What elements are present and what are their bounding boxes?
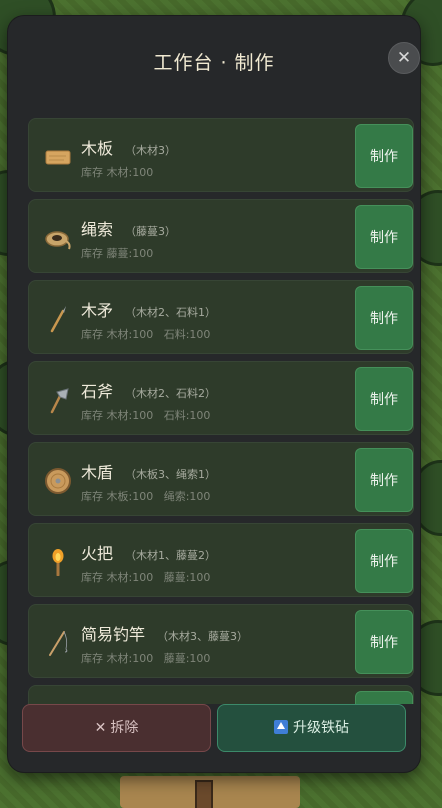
upgrade-label: 升级铁砧 <box>293 720 349 736</box>
recipe-item-torch: 火把 （木材1、藤蔓2） 库存 木材:100 藤蔓:100 制作 <box>28 523 414 597</box>
panel-title: 工作台 · 制作 <box>153 52 275 74</box>
wooden-spear-icon <box>50 306 66 333</box>
recipe-item-stone-axe: 石斧 （木材2、石料2） 库存 木材:100 石料:100 制作 <box>28 361 414 435</box>
item-requirements: （木材1、藤蔓2） <box>125 549 217 562</box>
item-stock: 库存 木材:100 石料:100 <box>81 328 211 341</box>
item-name: 木盾 <box>81 463 114 482</box>
recipe-item-wooden-spear: 木矛 （木材2、石料1） 库存 木材:100 石料:100 制作 <box>28 280 414 354</box>
item-stock: 库存 木材:100 石料:100 <box>81 409 211 422</box>
item-name: 木板 <box>81 139 114 158</box>
item-stock: 库存 木材:100 藤蔓:100 <box>81 652 211 665</box>
recipe-item-wooden-shield: 木盾 （木板3、绳索1） 库存 木板:100 绳索:100 制作 <box>28 442 414 516</box>
close-button[interactable]: ✕ <box>388 42 420 74</box>
item-requirements: （木材3） <box>125 144 177 157</box>
recipe-list[interactable]: 木板 （木材3） 库存 木材:100 制作 绳索 （藤蔓3） 库存 藤蔓:100 制… <box>28 118 414 704</box>
item-stock: 库存 木材:100 <box>81 166 154 179</box>
upgrade-anvil-button[interactable]: 升级铁砧 <box>217 704 406 752</box>
stone-axe-icon <box>50 388 69 414</box>
item-name: 简易钓竿 <box>81 625 146 644</box>
recipe-item-fishing-rod: 简易钓竿 （木材3、藤蔓3） 库存 木材:100 藤蔓:100 制作 <box>28 604 414 678</box>
craft-button[interactable]: 制作 <box>355 124 413 188</box>
item-requirements: （木材3、藤蔓3） <box>157 630 249 643</box>
item-requirements: （木材2、石料1） <box>125 306 217 319</box>
wood-plank-icon <box>45 150 71 165</box>
item-stock: 库存 木材:100 藤蔓:100 <box>81 571 211 584</box>
dismantle-label: 拆除 <box>110 720 139 736</box>
crafting-panel: 工作台 · 制作 ✕ 木板（木材3） 库存 木材:100 制作 绳索（藤蔓3 <box>8 16 420 772</box>
wooden-shield-icon <box>45 468 71 494</box>
item-stock: 库存 木板:100 绳索:100 <box>81 490 211 503</box>
item-requirements: （木板3、绳索1） <box>125 468 217 481</box>
close-icon: ✕ <box>396 48 412 68</box>
item-requirements: （木材2、石料2） <box>125 387 217 400</box>
craft-button[interactable]: 制作 <box>355 367 413 431</box>
upgrade-arrow-icon <box>274 720 288 734</box>
item-name: 火把 <box>81 544 114 563</box>
rope-coil-icon <box>45 231 71 250</box>
item-name: 绳索 <box>81 220 114 239</box>
dismantle-button[interactable]: ✕ 拆除 <box>22 704 211 752</box>
craft-button[interactable]: 制作 <box>355 610 413 674</box>
craft-button[interactable]: 制作 <box>355 205 413 269</box>
item-stock: 库存 藤蔓:100 <box>81 247 154 260</box>
craft-button[interactable] <box>355 691 413 704</box>
recipe-item-rope: 绳索 （藤蔓3） 库存 藤蔓:100 制作 <box>28 199 414 273</box>
torch-icon <box>52 549 64 576</box>
recipe-item-wood-plank: 木板 （木材3） 库存 木材:100 制作 <box>28 118 414 192</box>
recipe-item-partial <box>28 685 414 704</box>
craft-button[interactable]: 制作 <box>355 529 413 593</box>
close-icon: ✕ <box>94 720 107 736</box>
fishing-rod-icon <box>49 631 68 656</box>
craft-button[interactable]: 制作 <box>355 286 413 350</box>
item-name: 石斧 <box>81 382 114 401</box>
item-requirements: （藤蔓3） <box>125 225 177 238</box>
craft-button[interactable]: 制作 <box>355 448 413 512</box>
item-name: 木矛 <box>81 301 114 320</box>
